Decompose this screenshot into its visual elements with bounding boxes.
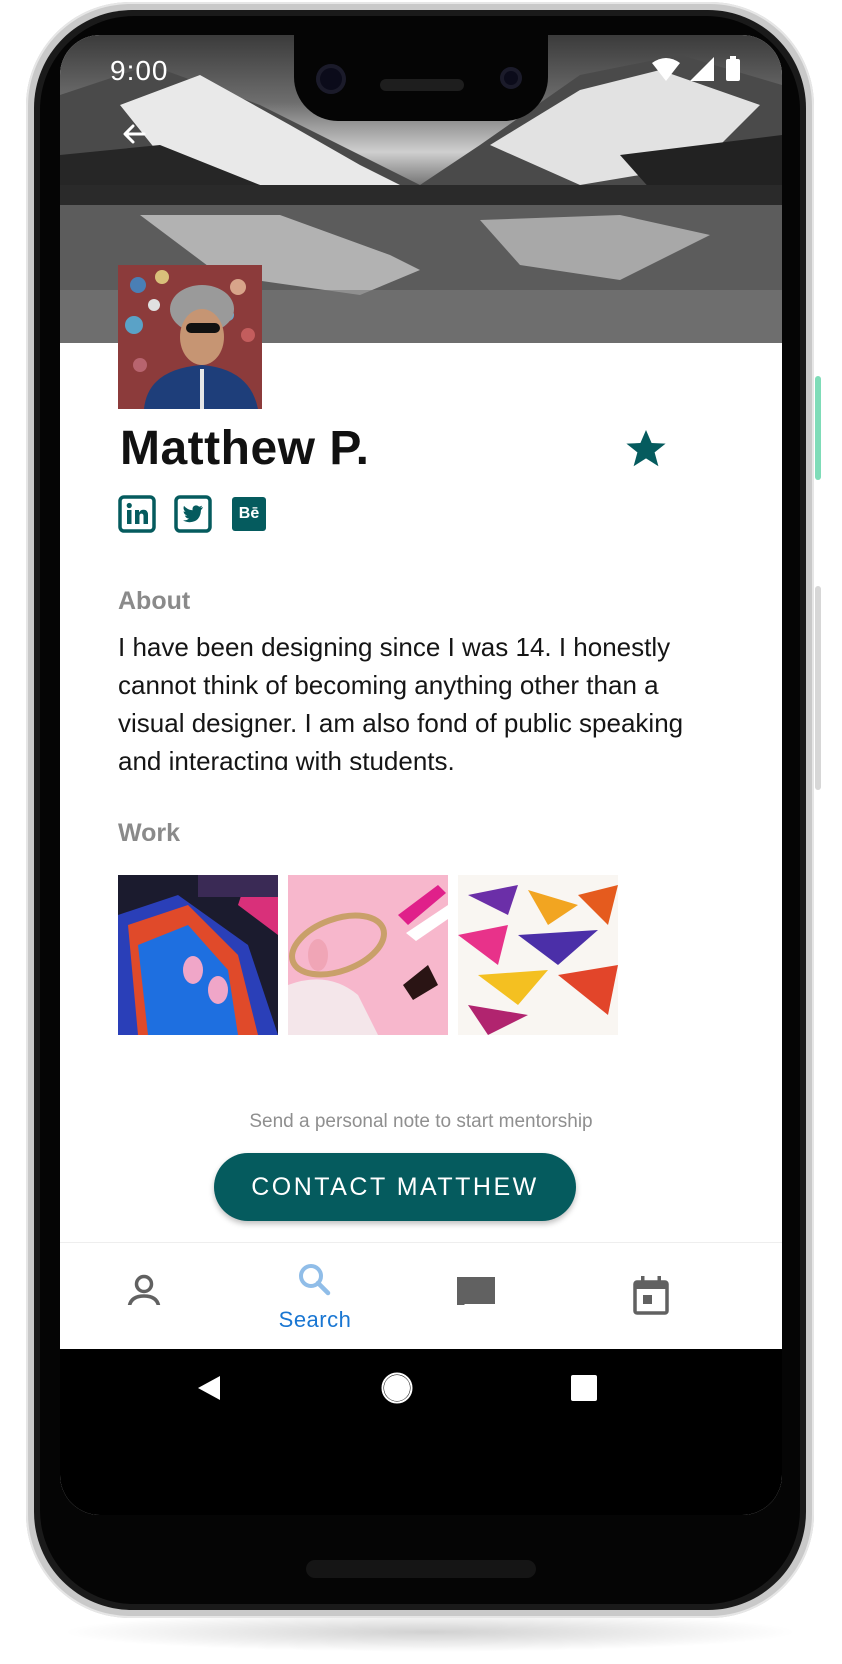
- signal-icon: [690, 57, 714, 81]
- system-home-button[interactable]: [380, 1371, 414, 1405]
- work-thumbnail[interactable]: [288, 875, 448, 1035]
- arrow-back-icon: [123, 124, 146, 144]
- work-thumbnail[interactable]: [118, 875, 278, 1035]
- behance-icon: Bē: [232, 497, 266, 531]
- system-nav-bar: [60, 1349, 782, 1515]
- status-time: 9:00: [110, 55, 169, 86]
- system-overview-button[interactable]: [570, 1374, 598, 1402]
- calendar-icon: [633, 1276, 669, 1315]
- chat-icon: [457, 1277, 495, 1312]
- twitter-icon: [174, 495, 212, 533]
- avatar: [118, 265, 262, 409]
- square-recents-icon: [571, 1375, 597, 1401]
- back-button[interactable]: [116, 115, 156, 155]
- system-back-button[interactable]: [194, 1373, 224, 1403]
- wifi-icon: [652, 58, 680, 81]
- nav-search-label: Search: [278, 1307, 352, 1332]
- behance-link[interactable]: Bē: [230, 495, 268, 533]
- bottom-speaker: [306, 1560, 536, 1578]
- phone-shadow: [60, 1612, 800, 1652]
- battery-icon: [726, 56, 740, 81]
- nav-messages[interactable]: [436, 1255, 516, 1345]
- volume-button: [815, 586, 821, 790]
- about-text: I have been designing since I was 14. I …: [118, 632, 684, 770]
- search-icon: [299, 1264, 331, 1296]
- contact-button[interactable]: CONTACT MATTHEW: [214, 1153, 576, 1221]
- work-thumbnail[interactable]: [458, 875, 618, 1035]
- nav-divider: [60, 1242, 782, 1243]
- twitter-link[interactable]: [174, 495, 212, 533]
- nav-search[interactable]: Search: [260, 1255, 370, 1345]
- person-icon: [127, 1274, 161, 1312]
- front-camera: [316, 64, 346, 94]
- circle-home-icon: [381, 1372, 413, 1404]
- earpiece: [380, 79, 464, 91]
- mentorship-note: Send a personal note to start mentorship: [249, 1111, 593, 1132]
- linkedin-icon: [118, 495, 156, 533]
- linkedin-link[interactable]: [118, 495, 156, 533]
- favorite-button[interactable]: [622, 425, 670, 473]
- power-button: [815, 376, 821, 480]
- status-icons: [650, 55, 760, 85]
- about-heading: About: [118, 587, 191, 615]
- nav-profile[interactable]: [104, 1255, 184, 1345]
- work-heading: Work: [118, 819, 181, 847]
- profile-name: Matthew P.: [120, 422, 370, 475]
- triangle-back-icon: [198, 1376, 220, 1400]
- app-screen: 9:00 Matthew P. Bē About I have been des…: [60, 35, 782, 1515]
- front-sensor: [500, 67, 522, 89]
- star-icon: [626, 430, 666, 467]
- nav-calendar[interactable]: [611, 1255, 691, 1345]
